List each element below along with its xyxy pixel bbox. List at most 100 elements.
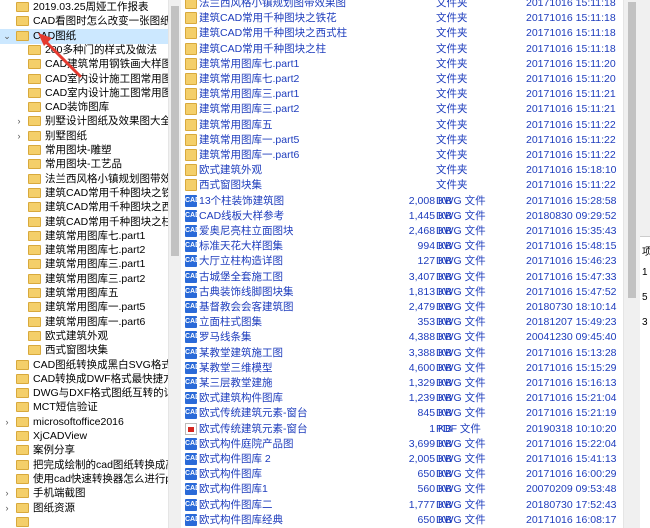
file-row[interactable]: 建筑常用图库三.part1 文件夹 20171016 15:11:21 bbox=[181, 87, 623, 102]
file-row[interactable]: CAD 欧式建筑构件图库 1,239 KB DWG 文件 20171016 15:21:… bbox=[181, 391, 623, 406]
folder-icon bbox=[28, 288, 41, 298]
tree-item-label: 建筑常用图库一.part5 bbox=[45, 301, 146, 314]
file-row[interactable]: CAD 大厅立柱构造详图 127 KB DWG 文件 20171016 15:46:23 bbox=[181, 254, 623, 269]
tree-item[interactable]: 2019.03.25周娅工作报表 bbox=[0, 0, 168, 15]
tree-item[interactable]: 建筑CAD常用千种图块之西式柱 bbox=[0, 200, 168, 215]
tree-item[interactable]: 西式窗图块集 bbox=[0, 343, 168, 358]
folder-icon bbox=[28, 330, 41, 341]
chevron-right-icon[interactable]: › bbox=[2, 501, 12, 516]
tree-item[interactable]: CAD装饰图库 bbox=[0, 100, 168, 115]
file-date: 20171016 15:47:33 bbox=[526, 270, 617, 283]
folder-icon bbox=[185, 42, 197, 55]
file-row[interactable]: CAD 欧式构件图库二 1,777 KB DWG 文件 20180730 17:52:4… bbox=[181, 498, 623, 513]
tree-item-label: 案例分享 bbox=[33, 444, 75, 457]
tree-item[interactable]: XjCADView bbox=[0, 429, 168, 444]
file-row[interactable]: 欧式建筑外观 文件夹 20171016 15:18:10 bbox=[181, 163, 623, 178]
tree-item[interactable]: › 图纸资源 bbox=[0, 501, 168, 516]
file-name: 建筑常用图库七.part2 bbox=[199, 73, 300, 85]
file-row[interactable]: 建筑常用图库三.part2 文件夹 20171016 15:11:21 bbox=[181, 102, 623, 117]
tree-item[interactable]: 常用图块-雕塑 bbox=[0, 143, 168, 158]
dwg-file-icon: CAD bbox=[185, 301, 200, 313]
chevron-right-icon[interactable]: › bbox=[14, 114, 24, 129]
tree-item[interactable]: 法兰西风格小镇规划图带效果图 bbox=[0, 172, 168, 187]
file-row[interactable]: CAD 标准天花大样图集 994 KB DWG 文件 20171016 15:48:15 bbox=[181, 239, 623, 254]
file-list-scrollbar-thumb[interactable] bbox=[628, 2, 636, 298]
tree-item[interactable]: 建筑常用图库七.part1 bbox=[0, 229, 168, 244]
tree-item[interactable]: 建筑常用图库一.part5 bbox=[0, 300, 168, 315]
chevron-right-icon[interactable]: › bbox=[2, 415, 12, 430]
file-row[interactable]: CAD 欧式构件图库1 560 KB DWG 文件 20070209 09:53:48 bbox=[181, 482, 623, 497]
tree-item[interactable]: CAD转换成DWF格式最快捷方法是 bbox=[0, 372, 168, 387]
tree-item[interactable]: CAD室内设计施工图常用图块之 bbox=[0, 86, 168, 101]
tree-item[interactable]: 建筑CAD常用千种图块之铁花 bbox=[0, 186, 168, 201]
file-row[interactable]: CAD 欧式构件图库经典 650 KB DWG 文件 20171016 16:08:17 bbox=[181, 513, 623, 528]
file-date: 20171016 15:11:22 bbox=[526, 149, 616, 161]
file-name: 立面柱式图集 bbox=[199, 316, 262, 329]
file-row[interactable]: 建筑常用图库一.part6 文件夹 20171016 15:11:22 bbox=[181, 148, 623, 163]
file-type: DWG 文件 bbox=[436, 392, 486, 405]
file-row[interactable]: 建筑常用图库五 文件夹 20171016 15:11:22 bbox=[181, 118, 623, 133]
tree-item[interactable]: CAD看图时怎么改变一张图纸格式 bbox=[0, 14, 168, 29]
file-row[interactable]: 建筑常用图库七.part1 文件夹 20171016 15:11:20 bbox=[181, 57, 623, 72]
file-row[interactable]: CAD 欧式构件庭院产品图 3,699 KB DWG 文件 20171016 15:22… bbox=[181, 437, 623, 452]
tree-item[interactable]: 200多种门的样式及做法 bbox=[0, 43, 168, 58]
file-list-scrollbar[interactable] bbox=[623, 0, 641, 528]
tree-scrollbar-thumb[interactable] bbox=[171, 6, 179, 256]
tree-item[interactable]: CAD建筑常用钢铁画大样图 bbox=[0, 57, 168, 72]
file-row[interactable]: CAD 13个柱装饰建筑图 2,008 KB DWG 文件 20171016 15:28… bbox=[181, 194, 623, 209]
tree-item[interactable]: 欧式建筑外观 bbox=[0, 329, 168, 344]
tree-item[interactable]: CAD图纸转换成黑白SVG格式怎么 bbox=[0, 358, 168, 373]
chevron-right-icon[interactable]: › bbox=[14, 129, 24, 144]
file-row[interactable]: CAD 某三层教堂建施 1,329 KB DWG 文件 20171016 15:16:1… bbox=[181, 376, 623, 391]
tree-item[interactable]: 建筑常用图库七.part2 bbox=[0, 243, 168, 258]
tree-item[interactable]: CAD室内设计施工图常用图块之 bbox=[0, 72, 168, 87]
file-row[interactable]: 建筑常用图库七.part2 文件夹 20171016 15:11:20 bbox=[181, 72, 623, 87]
file-row[interactable]: CAD 欧式构件图库 2 2,005 KB DWG 文件 20171016 15:41:… bbox=[181, 452, 623, 467]
file-row[interactable]: CAD CAD线板大样参考 1,445 KB DWG 文件 20180830 09:29… bbox=[181, 209, 623, 224]
file-row[interactable]: 建筑CAD常用千种图块之西式柱 文件夹 20171016 15:11:18 bbox=[181, 26, 623, 41]
tree-item-label: CAD室内设计施工图常用图块之 bbox=[45, 72, 168, 85]
right-panel-char: 3 bbox=[642, 317, 648, 328]
tree-item[interactable]: 把完成绘制的cad图纸转换成高质量 bbox=[0, 458, 168, 473]
file-name: 欧式构件图库 2 bbox=[199, 453, 271, 465]
chevron-down-icon[interactable]: ⌄ bbox=[2, 29, 12, 44]
tree-item-label: CAD图纸转换成黑白SVG格式怎么 bbox=[33, 358, 168, 371]
file-row[interactable]: 建筑CAD常用千种图块之柱 文件夹 20171016 15:11:18 bbox=[181, 42, 623, 57]
file-row[interactable]: CAD 基督教会会客建筑图 2,479 KB DWG 文件 20180730 18:10… bbox=[181, 300, 623, 315]
tree-item[interactable]: MCT短信验证 bbox=[0, 400, 168, 415]
file-row[interactable]: CAD 古城堡全套施工图 3,407 KB DWG 文件 20171016 15:47:… bbox=[181, 270, 623, 285]
tree-item[interactable]: ⌄ CAD图纸 bbox=[0, 28, 168, 44]
file-row[interactable]: 欧式传统建筑元素-窗台 1 KB PDF 文件 20190318 10:10:20 bbox=[181, 422, 623, 437]
file-row[interactable]: 西式窗图块集 文件夹 20171016 15:11:22 bbox=[181, 178, 623, 193]
dwg-file-icon: CAD bbox=[185, 392, 200, 405]
tree-item[interactable]: 使用cad快速转换器怎么进行pdf转 bbox=[0, 472, 168, 487]
tree-item[interactable]: › 别墅设计图纸及效果图大全02 bbox=[0, 114, 169, 129]
tree-item[interactable]: › microsoftoffice2016 bbox=[0, 415, 168, 430]
tree-item[interactable]: › 手机端截图 bbox=[0, 486, 168, 501]
tree-item[interactable]: 建筑CAD常用千种图块之柱 bbox=[0, 215, 168, 230]
tree-item[interactable]: 建筑常用图库五 bbox=[0, 286, 168, 301]
tree-scrollbar[interactable] bbox=[168, 0, 181, 528]
file-row[interactable]: CAD 某教堂三维模型 4,600 KB DWG 文件 20171016 15:15:2… bbox=[181, 361, 623, 376]
tree-item-label: 200多种门的样式及做法 bbox=[45, 43, 158, 56]
file-row[interactable]: CAD 立面柱式图集 353 KB DWG 文件 20181207 15:49:23 bbox=[181, 315, 623, 330]
tree-item[interactable]: 案例分享 bbox=[0, 443, 168, 458]
tree-item[interactable]: 建筑常用图库三.part1 bbox=[0, 257, 168, 272]
tree-item[interactable]: 建筑常用图库三.part2 bbox=[0, 272, 168, 287]
file-row[interactable]: CAD 某教堂建筑施工图 3,388 KB DWG 文件 20171016 15:13:… bbox=[181, 346, 623, 361]
tree-item[interactable]: › 别墅图纸 bbox=[0, 129, 168, 144]
file-row[interactable]: CAD 古典装饰线脚图块集 1,813 KB DWG 文件 20171016 15:47… bbox=[181, 285, 623, 300]
file-row[interactable]: CAD 爱奥尼亮柱立面图块 2,468 KB DWG 文件 20171016 15:35… bbox=[181, 224, 623, 239]
file-type: 文件夹 bbox=[436, 0, 468, 9]
file-row[interactable]: 建筑CAD常用千种图块之铁花 文件夹 20171016 15:11:18 bbox=[181, 11, 623, 26]
file-row[interactable]: CAD 欧式构件图库 650 KB DWG 文件 20171016 16:00:29 bbox=[181, 467, 623, 482]
tree-item[interactable]: 建筑常用图库一.part6 bbox=[0, 315, 168, 330]
chevron-right-icon[interactable]: › bbox=[2, 486, 12, 501]
file-row[interactable]: CAD 欧式传统建筑元素-窗台 845 KB DWG 文件 20171016 15:21… bbox=[181, 406, 623, 421]
tree-item[interactable]: 常用图块-工艺品 bbox=[0, 157, 168, 172]
tree-item[interactable] bbox=[0, 515, 168, 528]
file-row[interactable]: CAD 罗马线条集 4,388 KB DWG 文件 20041230 09:45:40 bbox=[181, 330, 623, 345]
tree-item[interactable]: DWG与DXF格式图纸互转的详细步 bbox=[0, 386, 168, 401]
file-row[interactable]: 法兰西风格小镇规划图带效果图 文件夹 20171016 15:11:18 bbox=[181, 0, 623, 11]
file-row[interactable]: 建筑常用图库一.part5 文件夹 20171016 15:11:22 bbox=[181, 133, 623, 148]
